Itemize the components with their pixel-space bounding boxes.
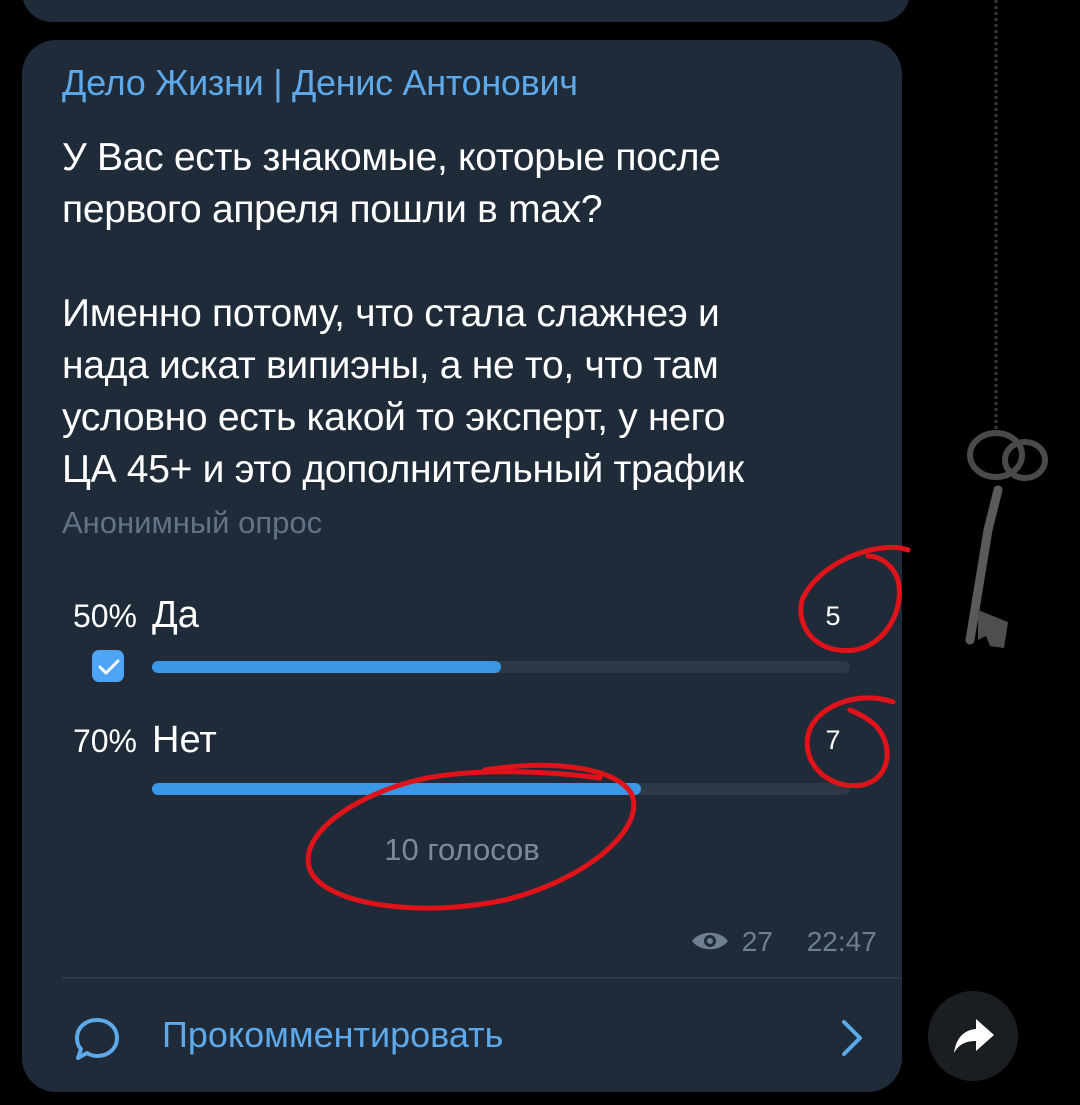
annotation-circle-total <box>305 762 637 911</box>
annotation-circle-count-no <box>804 695 896 789</box>
annotation-circle-count-yes <box>798 544 911 654</box>
annotation-layer <box>305 544 911 911</box>
